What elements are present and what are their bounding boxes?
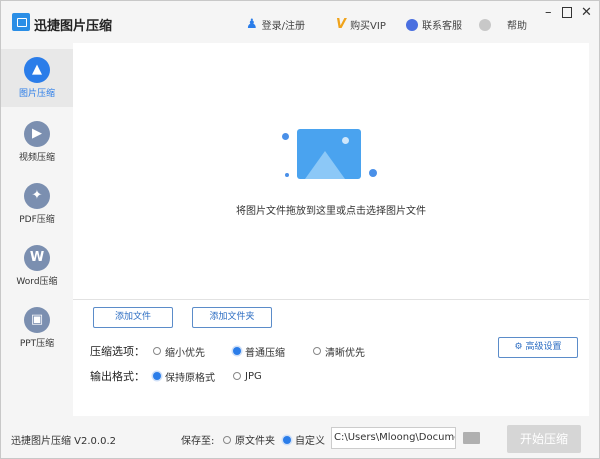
drop-hint: 将图片文件拖放到这里或点击选择图片文件 (236, 206, 426, 217)
format-options: 输出格式： 保持原格式 JPG (90, 369, 262, 384)
sidebar-item-pdf[interactable]: ✦ PDF压缩 (1, 175, 73, 233)
radio-normal[interactable]: 普通压缩 (233, 344, 313, 359)
save-to-label: 保存至: (181, 436, 215, 447)
play-icon: ▶ (24, 121, 50, 147)
help-icon (479, 18, 491, 31)
login-link[interactable]: ♟ 登录/注册 (246, 17, 305, 32)
maximize-button[interactable] (562, 7, 572, 18)
title-bar: 迅捷图片压缩 ♟ 登录/注册 V 购买VIP 联系客服 帮助 – ✕ (1, 1, 599, 43)
divider (73, 299, 589, 300)
app-logo-icon (12, 13, 30, 31)
radio-dot (233, 347, 241, 355)
close-button[interactable]: ✕ (581, 5, 592, 20)
help-link[interactable]: 帮助 (479, 17, 527, 32)
sidebar: ▲ 图片压缩 ▶ 视频压缩 ✦ PDF压缩 W Word压缩 ▣ PPT压缩 (1, 43, 73, 417)
word-icon: W (24, 245, 50, 271)
app-window: 迅捷图片压缩 ♟ 登录/注册 V 购买VIP 联系客服 帮助 – ✕ ▲ 图片压缩 ▶… (0, 0, 600, 459)
folder-icon[interactable] (463, 432, 480, 444)
save-path-input[interactable]: C:\Users\Mloong\Documents (331, 427, 456, 449)
radio-clear[interactable]: 清晰优先 (313, 344, 365, 359)
start-compress-button[interactable]: 开始压缩 (507, 425, 581, 453)
radio-dot (223, 435, 231, 444)
radio-jpg[interactable]: JPG (233, 371, 262, 382)
radio-dot (283, 435, 291, 444)
drop-zone[interactable]: 将图片文件拖放到这里或点击选择图片文件 (73, 43, 589, 299)
radio-dot (233, 372, 241, 380)
footer: 迅捷图片压缩 V2.0.0.2 保存至: 原文件夹 自定义 C:\Users\M… (1, 417, 599, 459)
app-title: 迅捷图片压缩 (34, 19, 113, 34)
radio-dot (153, 372, 161, 380)
pdf-icon: ✦ (24, 183, 50, 209)
radio-keep-format[interactable]: 保持原格式 (153, 369, 233, 384)
main-panel: 将图片文件拖放到这里或点击选择图片文件 添加文件 添加文件夹 ⚙ 高级设置 压缩… (73, 43, 589, 416)
image-icon: ▲ (24, 57, 50, 83)
ppt-icon: ▣ (24, 307, 50, 333)
sidebar-item-ppt[interactable]: ▣ PPT压缩 (1, 299, 73, 357)
sidebar-item-video[interactable]: ▶ 视频压缩 (1, 113, 73, 171)
vip-icon: V (336, 17, 347, 32)
user-icon: ♟ (246, 17, 258, 32)
buy-vip-link[interactable]: V 购买VIP (336, 17, 386, 32)
support-link[interactable]: 联系客服 (406, 17, 462, 32)
add-file-button[interactable]: 添加文件 (93, 307, 173, 328)
sidebar-item-word[interactable]: W Word压缩 (1, 237, 73, 295)
chat-icon (406, 18, 418, 31)
radio-custom[interactable]: 自定义 (283, 432, 325, 447)
image-placeholder-icon (297, 129, 361, 179)
gear-icon: ⚙ (514, 342, 526, 352)
sidebar-item-image[interactable]: ▲ 图片压缩 (1, 49, 73, 107)
compress-options: 压缩选项： 缩小优先 普通压缩 清晰优先 (90, 344, 365, 359)
add-folder-button[interactable]: 添加文件夹 (192, 307, 272, 328)
radio-smallest[interactable]: 缩小优先 (153, 344, 233, 359)
radio-original-folder[interactable]: 原文件夹 (223, 432, 275, 447)
version-text: 迅捷图片压缩 V2.0.0.2 (11, 436, 117, 447)
radio-dot (153, 347, 161, 355)
radio-dot (313, 347, 321, 355)
advanced-settings-button[interactable]: ⚙ 高级设置 (498, 337, 578, 358)
minimize-button[interactable]: – (545, 5, 552, 20)
